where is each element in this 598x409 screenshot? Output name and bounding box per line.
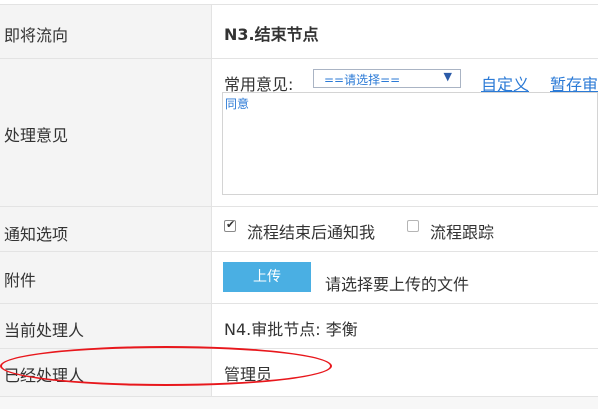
attachment-label: 附件 — [4, 271, 37, 290]
handled-value: 管理员 — [224, 365, 273, 384]
flow-tracking-label: 流程跟踪 — [430, 223, 495, 242]
opinion-label: 处理意见 — [4, 126, 69, 145]
chevron-down-icon: ▼ — [443, 70, 452, 83]
row-label-cell: 处理意见 — [0, 59, 212, 206]
select-value: ==请选择== — [324, 73, 401, 87]
notify-on-finish-checkbox[interactable]: ✔ — [224, 218, 236, 232]
upload-button[interactable]: 上传 — [223, 262, 311, 292]
next-flow-value: N3.结束节点 — [224, 25, 319, 44]
checkmark-icon: ✔ — [226, 218, 236, 231]
row-label-cell: 通知选项 — [0, 207, 212, 251]
row-label-cell: 当前处理人 — [0, 304, 212, 348]
opinion-textarea[interactable]: 同意 — [222, 92, 598, 195]
upload-hint: 请选择要上传的文件 — [325, 275, 470, 294]
row-label-cell: 即将流向 — [0, 5, 212, 58]
notify-label: 通知选项 — [4, 225, 69, 244]
notify-on-finish-label: 流程结束后通知我 — [247, 223, 376, 242]
flow-tracking-checkbox[interactable] — [407, 220, 419, 232]
current-handler-label: 当前处理人 — [4, 321, 85, 340]
row-label-cell: 附件 — [0, 252, 212, 303]
row-handled: 已经处理人 — [0, 348, 598, 396]
handled-label: 已经处理人 — [4, 366, 85, 385]
common-opinion-select[interactable]: ==请选择== ▼ — [313, 69, 461, 88]
row-label-cell: 已经处理人 — [0, 349, 212, 396]
next-flow-label: 即将流向 — [4, 26, 69, 45]
table-bottom — [0, 396, 598, 409]
current-handler-value: N4.审批节点: 李衡 — [224, 320, 358, 339]
